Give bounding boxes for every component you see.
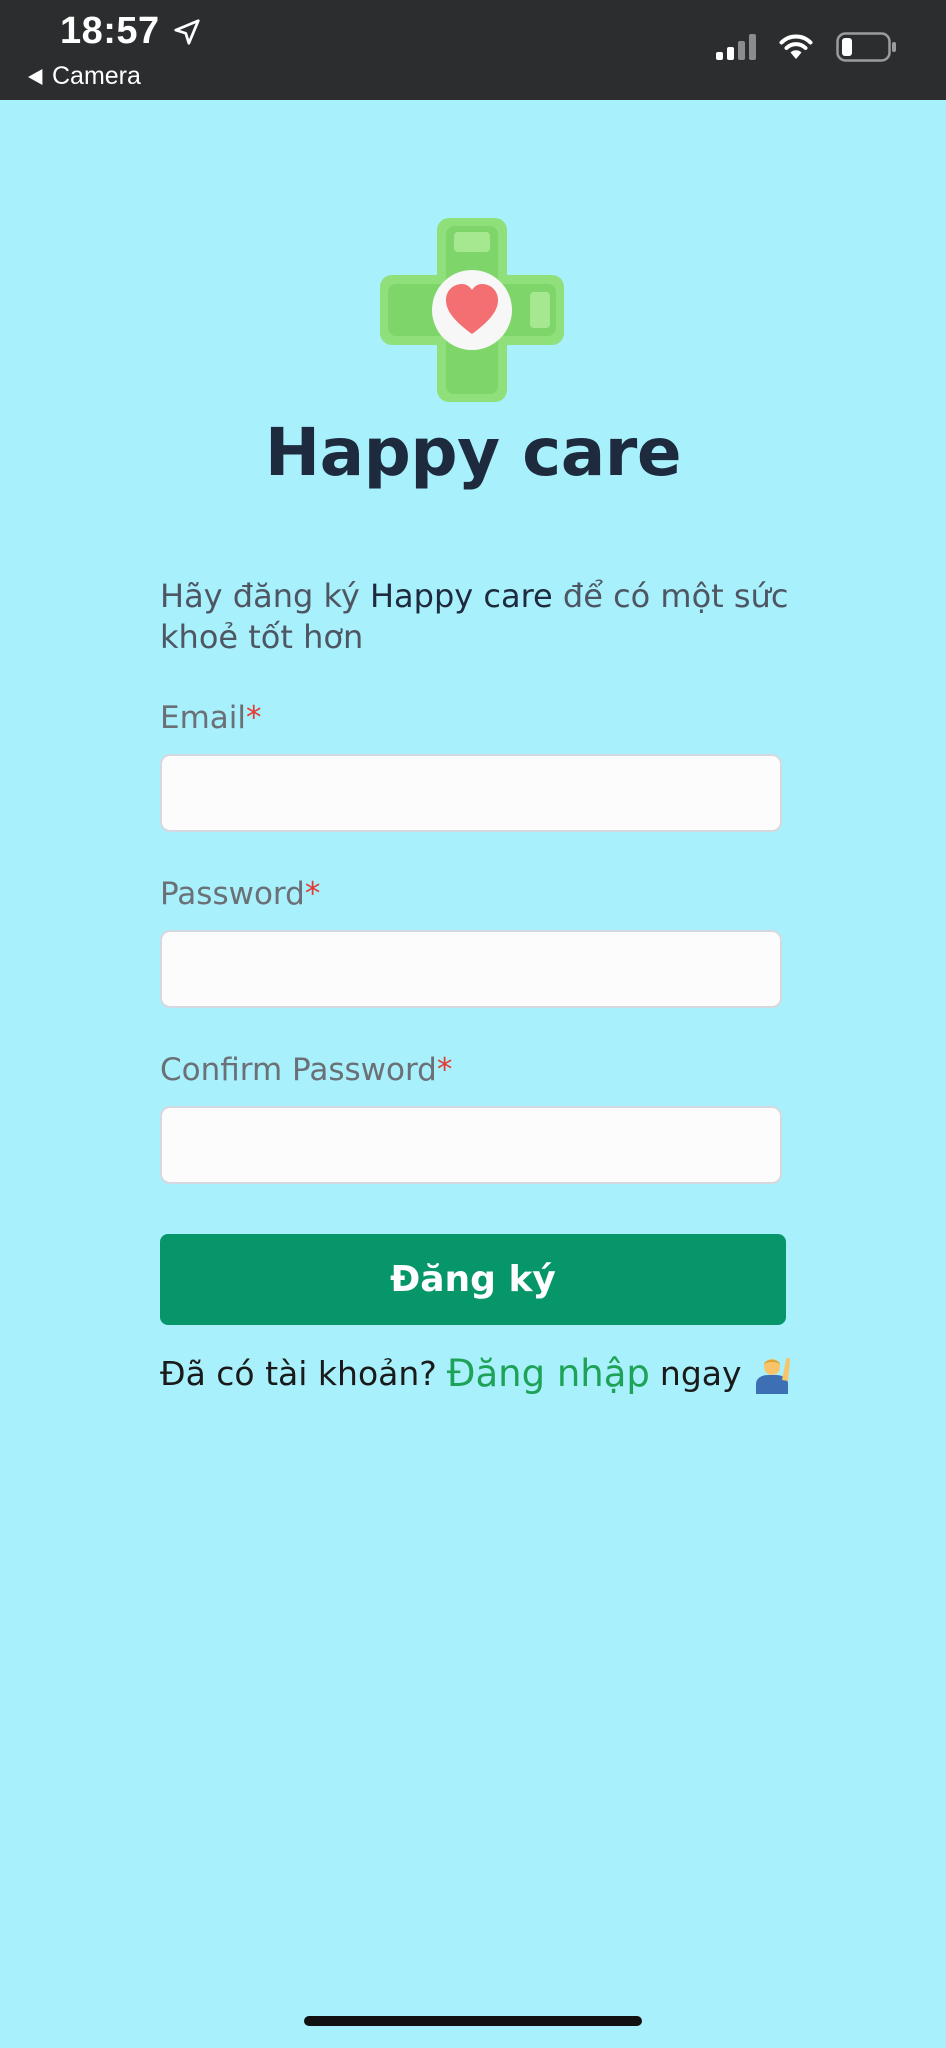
intro-brand: Happy care	[369, 577, 553, 615]
login-prompt-suffix: ngay	[659, 1354, 742, 1393]
back-label: Camera	[52, 62, 141, 90]
status-time: 18:57	[60, 10, 160, 52]
login-prompt-prefix: Đã có tài khoản?	[160, 1354, 437, 1393]
wifi-icon	[779, 34, 813, 59]
confirm-password-field[interactable]	[160, 1106, 782, 1184]
battery-icon	[836, 32, 896, 62]
location-arrow-icon	[174, 18, 200, 45]
register-button[interactable]: Đăng ký	[160, 1234, 786, 1325]
intro-text: Hãy đăng ký Happy care để có một sức kho…	[160, 576, 800, 658]
person-raising-hand-emoji	[755, 1357, 790, 1394]
confirm-password-label: Confirm Password*	[160, 1052, 453, 1088]
password-label: Password*	[160, 876, 321, 912]
status-bar: 18:57 Camera	[0, 0, 946, 100]
home-indicator[interactable]	[304, 2016, 642, 2026]
back-to-camera-link[interactable]: Camera	[28, 62, 141, 91]
login-link[interactable]: Đăng nhập	[447, 1352, 650, 1395]
email-field[interactable]	[160, 754, 782, 832]
back-triangle-icon	[28, 68, 43, 85]
required-mark: *	[436, 1052, 453, 1088]
status-time-group: 18:57	[60, 10, 202, 53]
medical-cross-heart-logo	[380, 218, 564, 402]
status-icons	[716, 32, 898, 62]
login-prompt: Đã có tài khoản? Đăng nhập ngay	[160, 1352, 840, 1395]
intro-prefix: Hãy đăng ký	[160, 577, 370, 615]
app-title: Happy care	[264, 414, 682, 491]
cellular-signal-icon	[716, 34, 756, 60]
password-field[interactable]	[160, 930, 782, 1008]
email-label: Email*	[160, 700, 262, 736]
required-mark: *	[246, 700, 262, 736]
required-mark: *	[304, 876, 321, 912]
